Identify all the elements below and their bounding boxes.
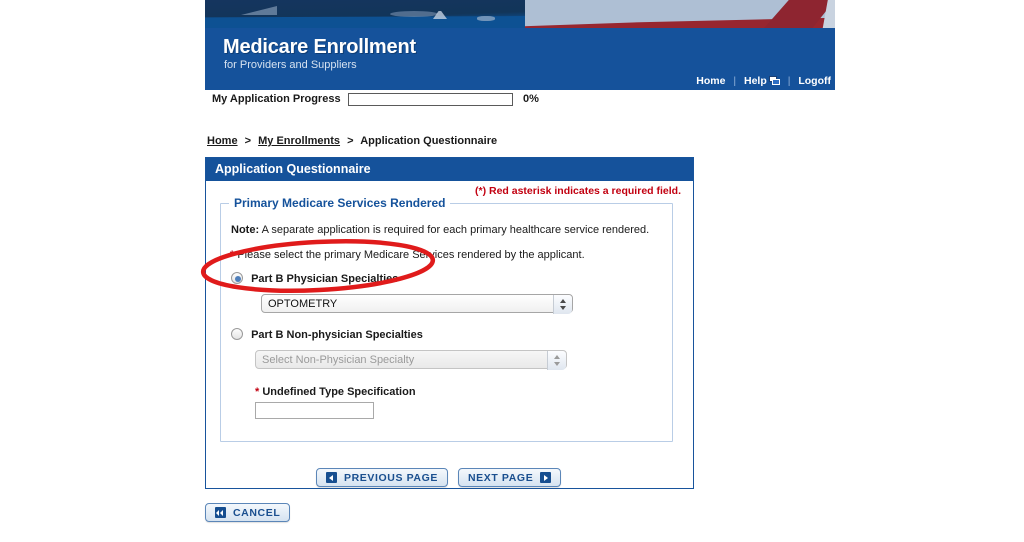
undefined-type-label-text: Undefined Type Specification xyxy=(262,386,416,398)
application-questionnaire-panel: Application Questionnaire (*) Red asteri… xyxy=(205,157,694,489)
new-window-popup-icon xyxy=(768,76,780,85)
application-progress: My Application Progress 0% xyxy=(205,92,835,110)
chevron-down-icon xyxy=(554,362,560,366)
nav-logoff-link[interactable]: Logoff xyxy=(798,75,831,87)
previous-page-button[interactable]: PREVIOUS PAGE xyxy=(316,468,448,487)
nonphysician-specialty-value: Select Non-Physician Specialty xyxy=(262,354,415,366)
radio-option-part-b-nonphysician[interactable]: Part B Non-physician Specialties xyxy=(231,328,423,341)
browser-page: Medicare Enrollment for Providers and Su… xyxy=(0,0,1024,542)
flag-blue-field xyxy=(205,0,525,30)
nav-home-link[interactable]: Home xyxy=(696,75,725,87)
breadcrumb-separator-1: > xyxy=(244,135,252,147)
fieldset-legend: Primary Medicare Services Rendered xyxy=(229,196,451,210)
cancel-label: CANCEL xyxy=(233,506,281,519)
nav-separator-1: | xyxy=(733,75,737,87)
banner-body: Medicare Enrollment for Providers and Su… xyxy=(205,28,835,90)
progress-percent: 0% xyxy=(523,93,539,105)
breadcrumb-item-my-enrollments[interactable]: My Enrollments xyxy=(258,135,340,147)
chevron-down-icon xyxy=(560,306,566,310)
primary-services-fieldset: Primary Medicare Services Rendered Note:… xyxy=(220,196,673,442)
undefined-type-input[interactable] xyxy=(255,402,374,419)
site-title: Medicare Enrollment xyxy=(223,36,416,58)
breadcrumb-item-current: Application Questionnaire xyxy=(360,135,498,147)
stepper-arrows-disabled-icon xyxy=(547,351,566,370)
double-chevron-left-icon xyxy=(215,507,226,518)
radio-option-part-b-physician[interactable]: Part B Physician Specialties xyxy=(231,272,398,285)
fieldset-note-text: A separate application is required for e… xyxy=(261,224,650,236)
panel-title: Application Questionnaire xyxy=(206,158,693,181)
flag-image xyxy=(205,0,835,30)
arrow-left-icon xyxy=(326,472,337,483)
cancel-button[interactable]: CANCEL xyxy=(205,503,291,522)
next-page-label: NEXT PAGE xyxy=(468,471,534,484)
undefined-type-asterisk: * xyxy=(255,386,260,398)
site-banner: Medicare Enrollment for Providers and Su… xyxy=(205,0,835,90)
chevron-up-icon xyxy=(554,355,560,359)
progress-label: My Application Progress xyxy=(212,93,341,105)
next-page-button[interactable]: NEXT PAGE xyxy=(458,468,562,487)
physician-specialty-select[interactable]: OPTOMETRY xyxy=(261,294,573,314)
breadcrumb: Home > My Enrollments > Application Ques… xyxy=(207,135,497,147)
undefined-type-label: * Undefined Type Specification xyxy=(255,386,416,398)
breadcrumb-item-home[interactable]: Home xyxy=(207,135,238,147)
panel-body: (*) Red asterisk indicates a required fi… xyxy=(206,181,693,488)
breadcrumb-separator-2: > xyxy=(347,135,354,147)
nav-help-link[interactable]: Help xyxy=(744,75,780,87)
fieldset-note-label: Note: xyxy=(231,224,260,236)
flag-highlight-4 xyxy=(477,16,495,21)
instruction-text: Please select the primary Medicare Servi… xyxy=(237,249,585,261)
site-subtitle: for Providers and Suppliers xyxy=(224,59,357,71)
physician-specialty-value: OPTOMETRY xyxy=(268,298,338,310)
nav-help-label: Help xyxy=(744,75,767,87)
fieldset-note: Note: A separate application is required… xyxy=(231,224,649,236)
banner-nav: Home | Help | Logoff xyxy=(696,75,831,87)
flag-highlight-2 xyxy=(390,11,438,17)
radio-label-part-b-physician: Part B Physician Specialties xyxy=(251,273,399,285)
radio-button-unselected-icon[interactable] xyxy=(231,328,243,340)
stepper-arrows-icon[interactable] xyxy=(553,295,572,314)
chevron-up-icon xyxy=(560,299,566,303)
previous-page-label: PREVIOUS PAGE xyxy=(344,471,438,484)
progress-bar-track xyxy=(348,93,513,106)
instruction-asterisk: * xyxy=(230,249,235,261)
radio-button-selected-icon[interactable] xyxy=(231,272,243,284)
radio-label-part-b-nonphysician: Part B Non-physician Specialties xyxy=(251,329,423,341)
nonphysician-specialty-select: Select Non-Physician Specialty xyxy=(255,350,567,370)
nav-separator-2: | xyxy=(787,75,791,87)
arrow-right-icon xyxy=(540,472,552,483)
fieldset-instruction: * Please select the primary Medicare Ser… xyxy=(230,249,585,261)
required-field-note: (*) Red asterisk indicates a required fi… xyxy=(475,185,681,197)
